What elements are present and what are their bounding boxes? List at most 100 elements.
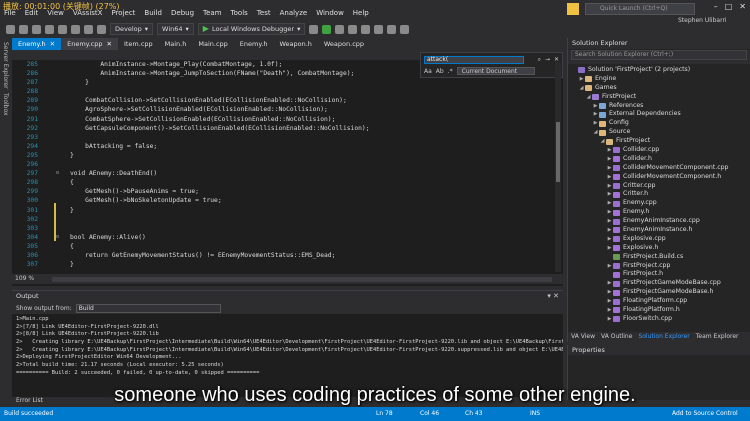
tool-icon[interactable] bbox=[335, 24, 345, 34]
bottom-tab[interactable]: Team Explorer bbox=[696, 332, 739, 342]
undo-icon[interactable] bbox=[84, 24, 93, 34]
tree-item[interactable]: ▶ EnemyAnimInstance.cpp bbox=[568, 217, 750, 226]
tree-item[interactable]: ◢ Games bbox=[568, 84, 750, 93]
expand-arrow-icon[interactable]: ▶ bbox=[606, 182, 613, 191]
menu-item-team[interactable]: Team bbox=[203, 9, 222, 17]
tree-item[interactable]: ▶ Explosive.h bbox=[568, 244, 750, 253]
tool-icon[interactable] bbox=[400, 24, 410, 34]
find-scope-dropdown[interactable]: Current Document bbox=[456, 67, 535, 75]
horizontal-scrollbar[interactable] bbox=[52, 277, 552, 282]
expand-arrow-icon[interactable]: ▶ bbox=[578, 75, 585, 84]
tree-item[interactable]: ▶ Enemy.h bbox=[568, 208, 750, 217]
quick-launch-input[interactable]: Quick Launch (Ctrl+Q) bbox=[585, 3, 695, 15]
find-input[interactable]: attack( bbox=[424, 56, 524, 64]
collapse-arrow-icon[interactable]: ◢ bbox=[578, 84, 585, 93]
tree-item[interactable]: ▶ EnemyAnimInstance.h bbox=[568, 226, 750, 235]
expand-arrow-icon[interactable]: ▶ bbox=[606, 315, 613, 324]
tree-item[interactable]: ▶ Collider.cpp bbox=[568, 146, 750, 155]
menu-item-test[interactable]: Test bbox=[257, 9, 271, 17]
menu-item-tools[interactable]: Tools bbox=[231, 9, 248, 17]
find-next-icon[interactable]: → bbox=[545, 56, 550, 64]
tree-item[interactable]: ▶ FloatingPlatform.cpp bbox=[568, 297, 750, 306]
whole-word-toggle[interactable]: Ab bbox=[436, 68, 444, 75]
tree-item[interactable]: ▶ FirstProjectGameModeBase.cpp bbox=[568, 279, 750, 288]
minimize-icon[interactable]: – bbox=[714, 2, 718, 11]
expand-arrow-icon[interactable]: ▶ bbox=[606, 297, 613, 306]
tool-icon[interactable] bbox=[361, 24, 371, 34]
menu-item-help[interactable]: Help bbox=[353, 9, 369, 17]
server-explorer-tab[interactable]: Server Explorer bbox=[2, 42, 9, 89]
expand-arrow-icon[interactable]: ▶ bbox=[606, 164, 613, 173]
expand-arrow-icon[interactable]: ▶ bbox=[606, 173, 613, 182]
tree-item[interactable]: ▶ FirstProject.cpp bbox=[568, 262, 750, 271]
output-source-dropdown[interactable]: Build bbox=[75, 303, 221, 313]
save-icon[interactable] bbox=[58, 24, 67, 34]
editor-tab[interactable]: Enemy.h ✕ bbox=[12, 38, 62, 50]
expand-arrow-icon[interactable]: ▶ bbox=[606, 306, 613, 315]
collapse-arrow-icon[interactable]: ◢ bbox=[585, 93, 592, 102]
tool-icon[interactable] bbox=[309, 24, 319, 34]
add-to-source-control[interactable]: Add to Source Control bbox=[672, 407, 738, 421]
expand-arrow-icon[interactable]: ▶ bbox=[606, 155, 613, 164]
config-dropdown[interactable]: Develop ▾ bbox=[110, 23, 154, 35]
menu-item-window[interactable]: Window bbox=[316, 9, 344, 17]
open-file-icon[interactable] bbox=[45, 24, 54, 34]
tree-item[interactable]: FirstProject.h bbox=[568, 270, 750, 279]
tree-item[interactable]: ▶ FloorSwitch.cpp bbox=[568, 315, 750, 324]
redo-icon[interactable] bbox=[97, 24, 106, 34]
close-icon[interactable]: ✕ bbox=[739, 2, 746, 11]
tree-item[interactable]: ◢ FirstProject bbox=[568, 137, 750, 146]
maximize-icon[interactable]: □ bbox=[725, 2, 733, 11]
close-icon[interactable]: ✕ bbox=[107, 40, 112, 48]
tree-item[interactable]: ▶ External Dependencies bbox=[568, 110, 750, 119]
tree-item[interactable]: ▶ ColliderMovementComponent.h bbox=[568, 173, 750, 182]
match-case-toggle[interactable]: Aa bbox=[424, 68, 432, 75]
bottom-tab[interactable]: Solution Explorer bbox=[638, 332, 689, 342]
bottom-tab[interactable]: VA Outline bbox=[601, 332, 632, 342]
editor-tab[interactable]: Weapon.cpp bbox=[318, 38, 370, 50]
tree-item[interactable]: ▶ References bbox=[568, 102, 750, 111]
expand-arrow-icon[interactable]: ▶ bbox=[606, 146, 613, 155]
collapse-icon[interactable]: ⊟ bbox=[56, 233, 59, 242]
output-text[interactable]: 1>Main.cpp 2>[7/8] Link UE4Editor-FirstPr… bbox=[12, 314, 563, 378]
tree-item[interactable]: Solution 'FirstProject' (2 projects) bbox=[568, 66, 750, 75]
tree-item[interactable]: ▶ ColliderMovementComponent.cpp bbox=[568, 164, 750, 173]
editor-tab[interactable]: Item.cpp bbox=[118, 38, 159, 50]
tree-item[interactable]: ▶ Collider.h bbox=[568, 155, 750, 164]
platform-dropdown[interactable]: Win64 ▾ bbox=[157, 23, 194, 35]
forward-icon[interactable] bbox=[19, 24, 28, 34]
menu-item-debug[interactable]: Debug bbox=[171, 9, 194, 17]
tree-item[interactable]: ▶ Config bbox=[568, 119, 750, 128]
pin-icon[interactable]: ▾ ✕ bbox=[547, 292, 559, 300]
tree-item[interactable]: ▶ Explosive.cpp bbox=[568, 235, 750, 244]
close-icon[interactable]: ✕ bbox=[50, 40, 55, 48]
tool-icon[interactable] bbox=[322, 24, 332, 34]
expand-arrow-icon[interactable]: ▶ bbox=[592, 102, 599, 111]
collapse-arrow-icon[interactable]: ◢ bbox=[599, 137, 606, 146]
expand-arrow-icon[interactable]: ▶ bbox=[606, 262, 613, 271]
new-file-icon[interactable] bbox=[32, 24, 41, 34]
tree-item[interactable]: ▶ Engine bbox=[568, 75, 750, 84]
tool-icon[interactable] bbox=[348, 24, 358, 34]
tree-item[interactable]: ▶ Enemy.cpp bbox=[568, 199, 750, 208]
filter-icon[interactable] bbox=[567, 3, 579, 15]
tree-item[interactable]: ▶ FloatingPlatform.h bbox=[568, 306, 750, 315]
collapse-arrow-icon[interactable]: ◢ bbox=[592, 128, 599, 137]
back-icon[interactable] bbox=[6, 24, 15, 34]
editor-tab[interactable]: Weapon.h bbox=[273, 38, 317, 50]
expand-arrow-icon[interactable]: ▶ bbox=[606, 217, 613, 226]
expand-arrow-icon[interactable]: ▶ bbox=[592, 119, 599, 128]
tree-item[interactable]: ▶ Critter.h bbox=[568, 190, 750, 199]
tree-item[interactable]: ◢ FirstProject bbox=[568, 93, 750, 102]
editor-tab[interactable]: Enemy.h bbox=[234, 38, 274, 50]
toolbox-tab[interactable]: Toolbox bbox=[2, 93, 9, 116]
editor-tab[interactable]: Enemy.cpp ✕ bbox=[61, 38, 118, 50]
user-name[interactable]: Stephen Ulibarri bbox=[678, 17, 727, 24]
editor-tab[interactable]: Main.cpp bbox=[192, 38, 233, 50]
bottom-tab[interactable]: VA View bbox=[571, 332, 595, 342]
tree-item[interactable]: ▶ Critter.cpp bbox=[568, 182, 750, 191]
menu-item-analyze[interactable]: Analyze bbox=[280, 9, 308, 17]
tool-icon[interactable] bbox=[374, 24, 384, 34]
expand-arrow-icon[interactable]: ▶ bbox=[606, 190, 613, 199]
regex-toggle[interactable]: .* bbox=[448, 68, 453, 75]
